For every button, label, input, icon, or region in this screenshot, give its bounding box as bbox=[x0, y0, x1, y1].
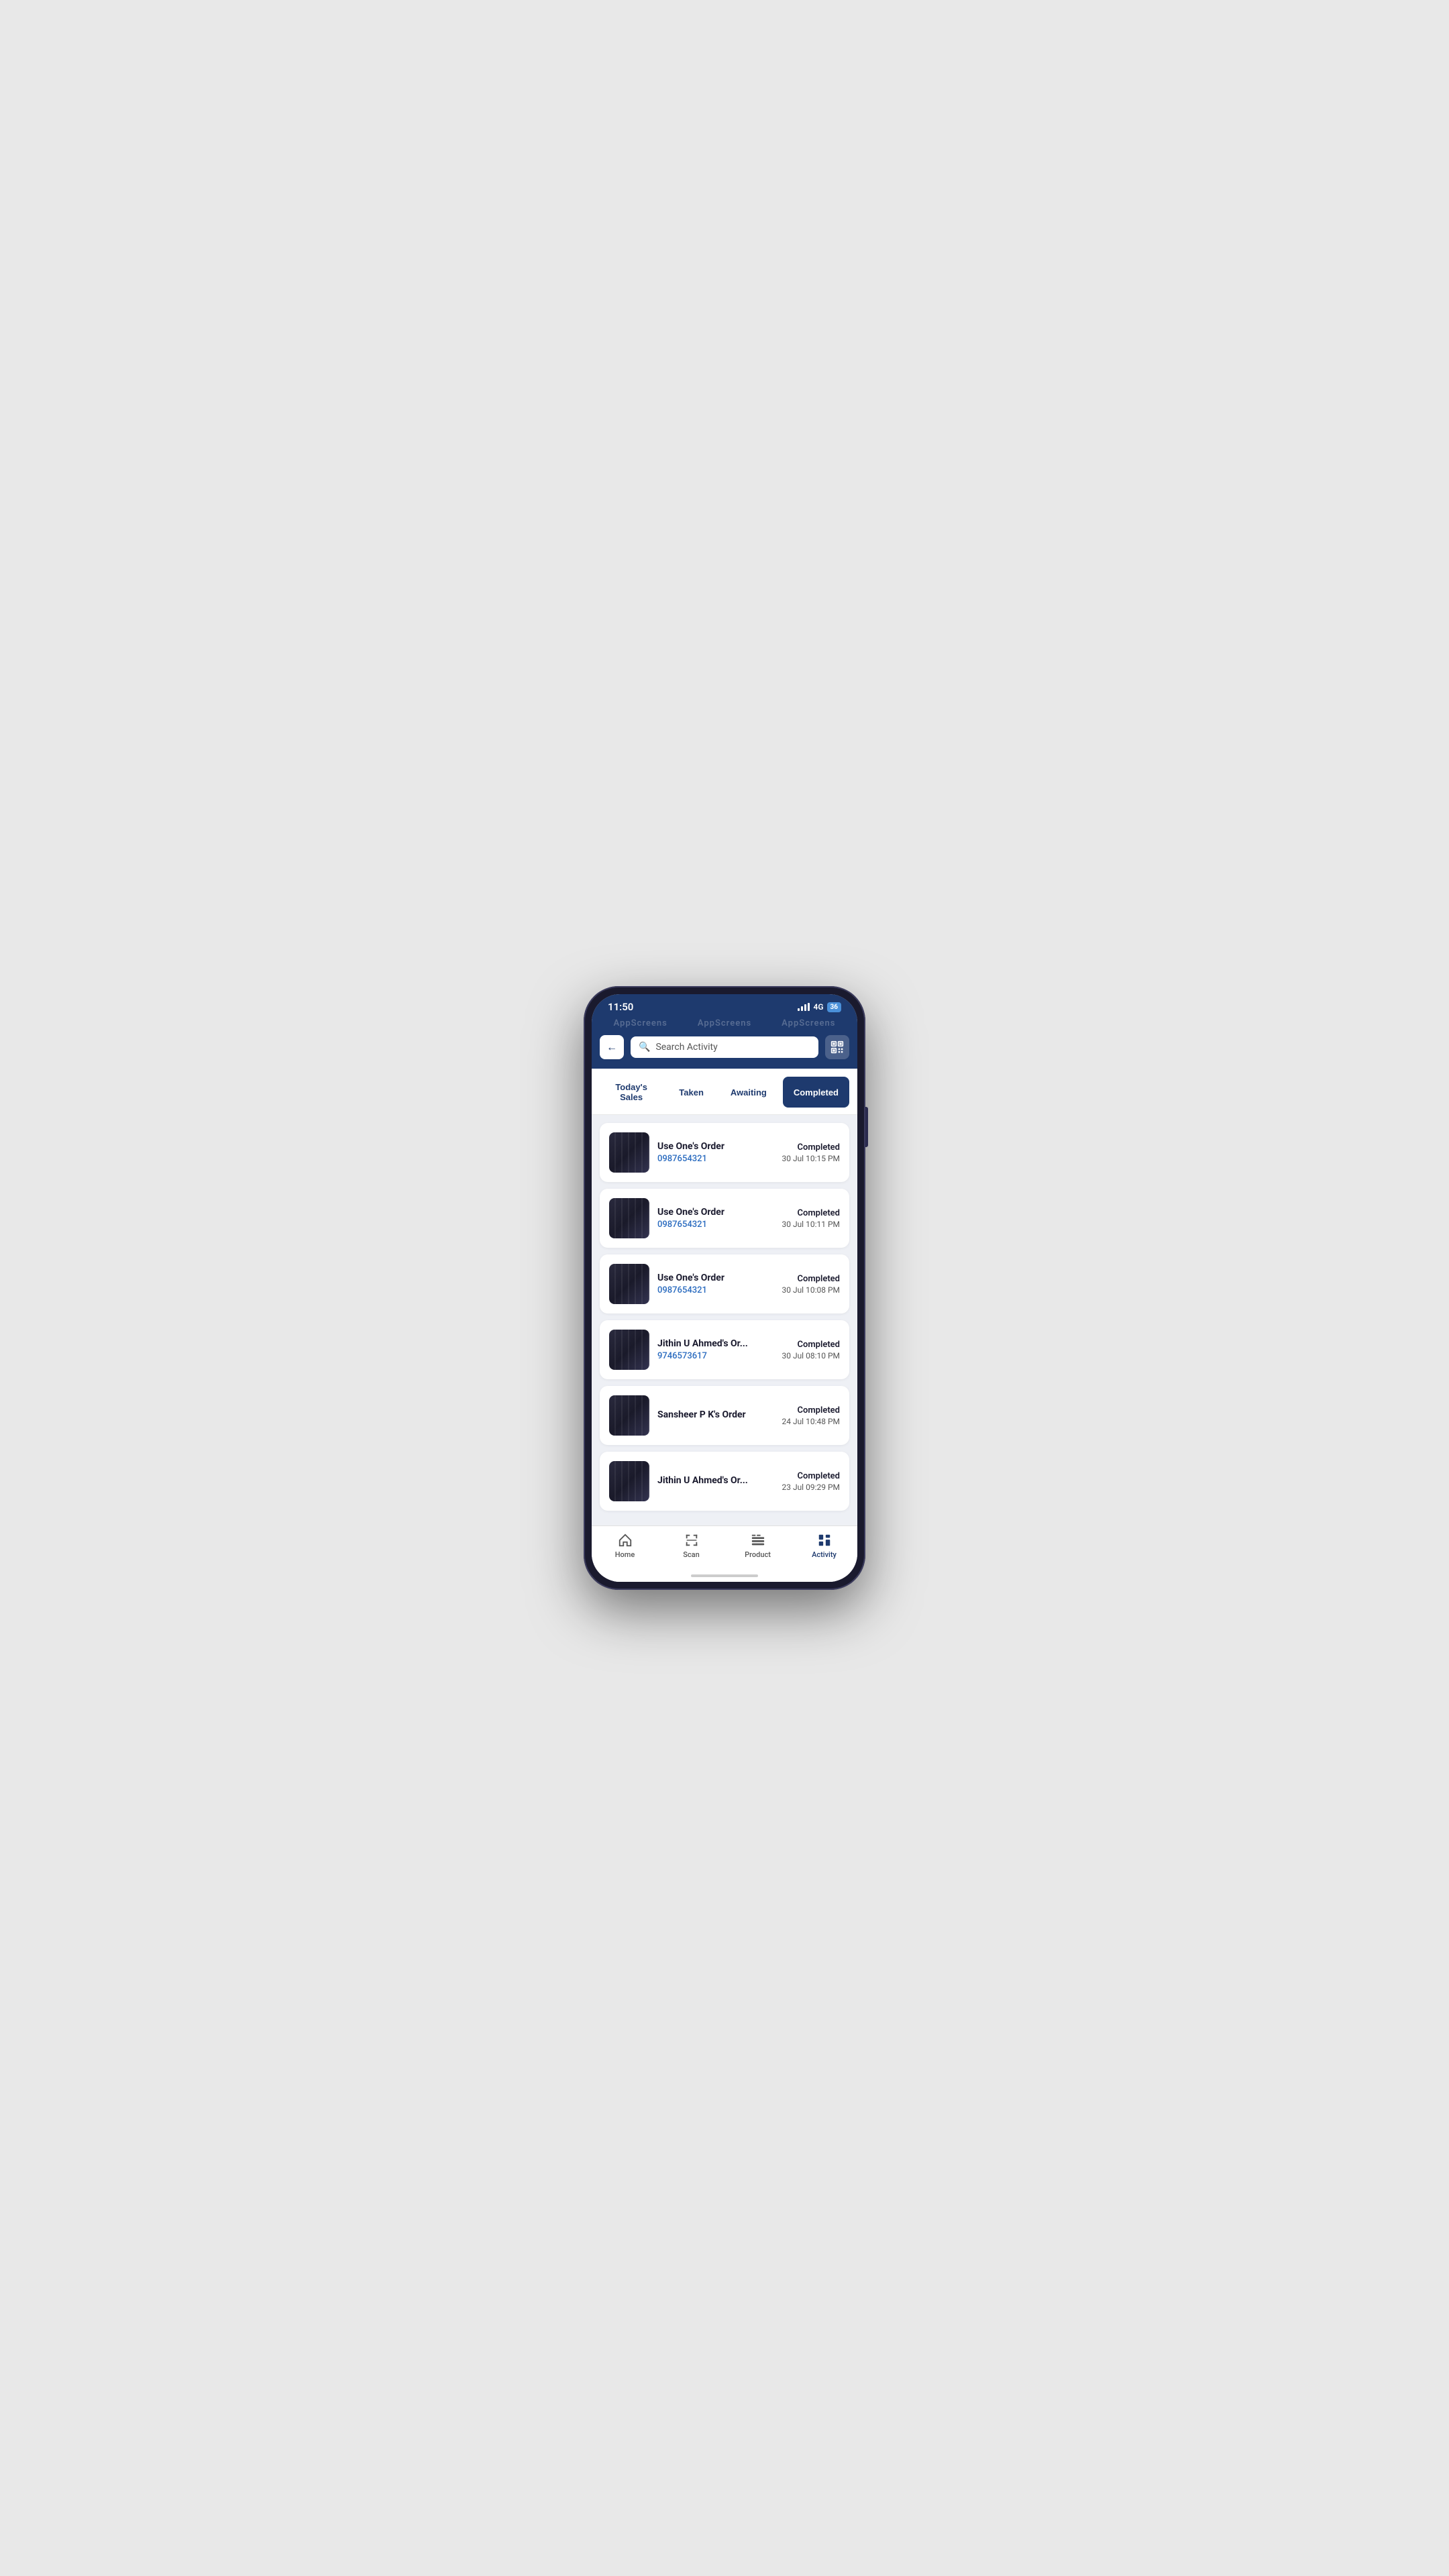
search-placeholder: Search Activity bbox=[655, 1042, 717, 1053]
nav-activity[interactable]: Activity bbox=[791, 1533, 857, 1559]
watermark-3: AppScreens bbox=[782, 1018, 835, 1028]
order-date-1: 30 Jul 10:15 PM bbox=[782, 1154, 840, 1163]
nav-scan[interactable]: Scan bbox=[658, 1533, 724, 1559]
order-status-block-6: Completed 23 Jul 09:29 PM bbox=[782, 1471, 840, 1492]
home-icon bbox=[618, 1533, 633, 1548]
signal-bar-2 bbox=[801, 1006, 803, 1011]
order-card-6[interactable]: Jithin U Ahmed's Or... Completed 23 Jul … bbox=[600, 1452, 849, 1511]
order-info-3: Use One's Order 0987654321 bbox=[657, 1273, 773, 1295]
battery-indicator: 36 bbox=[827, 1002, 841, 1012]
order-card-4[interactable]: Jithin U Ahmed's Or... 9746573617 Comple… bbox=[600, 1320, 849, 1379]
orders-list: Use One's Order 0987654321 Completed 30 … bbox=[592, 1115, 857, 1525]
order-status-2: Completed bbox=[782, 1208, 840, 1218]
tab-taken[interactable]: Taken bbox=[668, 1077, 714, 1108]
phone-screen: 11:50 4G 36 AppScreens AppScreens AppScr… bbox=[592, 994, 857, 1582]
order-phone-3: 0987654321 bbox=[657, 1285, 773, 1295]
status-icons: 4G 36 bbox=[798, 1002, 841, 1012]
tab-completed[interactable]: Completed bbox=[783, 1077, 849, 1108]
order-date-3: 30 Jul 10:08 PM bbox=[782, 1285, 840, 1295]
scan-label: Scan bbox=[683, 1550, 699, 1559]
order-card-5[interactable]: Sansheer P K's Order Completed 24 Jul 10… bbox=[600, 1386, 849, 1445]
order-title-6: Jithin U Ahmed's Or... bbox=[657, 1475, 773, 1486]
signal-bar-3 bbox=[804, 1004, 806, 1011]
order-card-1[interactable]: Use One's Order 0987654321 Completed 30 … bbox=[600, 1123, 849, 1182]
order-status-1: Completed bbox=[782, 1142, 840, 1152]
order-status-4: Completed bbox=[782, 1340, 840, 1350]
back-button[interactable]: ← bbox=[600, 1035, 624, 1059]
signal-bar-1 bbox=[798, 1008, 800, 1011]
order-status-block-4: Completed 30 Jul 08:10 PM bbox=[782, 1340, 840, 1360]
status-bar: 11:50 4G 36 bbox=[592, 994, 857, 1017]
search-icon: 🔍 bbox=[639, 1042, 650, 1053]
order-info-6: Jithin U Ahmed's Or... bbox=[657, 1475, 773, 1488]
order-thumbnail-4 bbox=[609, 1330, 649, 1370]
order-date-2: 30 Jul 10:11 PM bbox=[782, 1220, 840, 1229]
order-title-4: Jithin U Ahmed's Or... bbox=[657, 1338, 773, 1349]
qr-icon bbox=[830, 1040, 844, 1054]
nav-home[interactable]: Home bbox=[592, 1533, 658, 1559]
tab-todays-sales[interactable]: Today's Sales bbox=[600, 1077, 663, 1108]
order-title-2: Use One's Order bbox=[657, 1207, 773, 1218]
watermark-row: AppScreens AppScreens AppScreens bbox=[592, 1017, 857, 1030]
order-info-5: Sansheer P K's Order bbox=[657, 1409, 773, 1422]
order-card-3[interactable]: Use One's Order 0987654321 Completed 30 … bbox=[600, 1254, 849, 1313]
scan-icon bbox=[684, 1533, 699, 1548]
order-status-block-1: Completed 30 Jul 10:15 PM bbox=[782, 1142, 840, 1163]
bottom-nav: Home Scan bbox=[592, 1525, 857, 1570]
activity-icon bbox=[817, 1533, 832, 1548]
home-indicator bbox=[691, 1574, 758, 1577]
order-phone-2: 0987654321 bbox=[657, 1220, 773, 1230]
order-date-4: 30 Jul 08:10 PM bbox=[782, 1351, 840, 1360]
order-info-4: Jithin U Ahmed's Or... 9746573617 bbox=[657, 1338, 773, 1361]
order-info-1: Use One's Order 0987654321 bbox=[657, 1141, 773, 1164]
order-status-3: Completed bbox=[782, 1274, 840, 1284]
order-phone-4: 9746573617 bbox=[657, 1351, 773, 1361]
order-thumbnail-6 bbox=[609, 1461, 649, 1501]
nav-product[interactable]: Product bbox=[724, 1533, 791, 1559]
order-card-2[interactable]: Use One's Order 0987654321 Completed 30 … bbox=[600, 1189, 849, 1248]
back-arrow-icon: ← bbox=[606, 1040, 617, 1054]
order-thumbnail-5 bbox=[609, 1395, 649, 1436]
qr-button[interactable] bbox=[825, 1035, 849, 1059]
product-label: Product bbox=[745, 1550, 771, 1559]
home-indicator-bar bbox=[592, 1570, 857, 1582]
product-icon bbox=[751, 1533, 765, 1548]
home-label: Home bbox=[615, 1550, 635, 1559]
watermark-1: AppScreens bbox=[613, 1018, 667, 1028]
tab-awaiting[interactable]: Awaiting bbox=[720, 1077, 777, 1108]
order-status-block-2: Completed 30 Jul 10:11 PM bbox=[782, 1208, 840, 1229]
order-status-6: Completed bbox=[782, 1471, 840, 1481]
order-date-6: 23 Jul 09:29 PM bbox=[782, 1483, 840, 1492]
side-button bbox=[865, 1107, 868, 1147]
order-thumbnail-2 bbox=[609, 1198, 649, 1238]
order-title-1: Use One's Order bbox=[657, 1141, 773, 1152]
order-status-5: Completed bbox=[782, 1405, 840, 1415]
order-title-3: Use One's Order bbox=[657, 1273, 773, 1283]
order-status-block-3: Completed 30 Jul 10:08 PM bbox=[782, 1274, 840, 1295]
watermark-2: AppScreens bbox=[698, 1018, 751, 1028]
signal-bars bbox=[798, 1003, 810, 1011]
order-phone-1: 0987654321 bbox=[657, 1154, 773, 1164]
order-info-2: Use One's Order 0987654321 bbox=[657, 1207, 773, 1230]
status-time: 11:50 bbox=[608, 1001, 633, 1013]
header: ← 🔍 Search Activity bbox=[592, 1030, 857, 1069]
tabs-container: Today's Sales Taken Awaiting Completed bbox=[592, 1069, 857, 1115]
activity-label: Activity bbox=[812, 1550, 837, 1559]
order-thumbnail-1 bbox=[609, 1132, 649, 1173]
order-thumbnail-3 bbox=[609, 1264, 649, 1304]
search-bar[interactable]: 🔍 Search Activity bbox=[631, 1036, 818, 1058]
order-status-block-5: Completed 24 Jul 10:48 PM bbox=[782, 1405, 840, 1426]
order-title-5: Sansheer P K's Order bbox=[657, 1409, 773, 1420]
order-date-5: 24 Jul 10:48 PM bbox=[782, 1417, 840, 1426]
network-type: 4G bbox=[813, 1002, 823, 1012]
phone-frame: 11:50 4G 36 AppScreens AppScreens AppScr… bbox=[584, 986, 865, 1590]
signal-bar-4 bbox=[808, 1003, 810, 1011]
